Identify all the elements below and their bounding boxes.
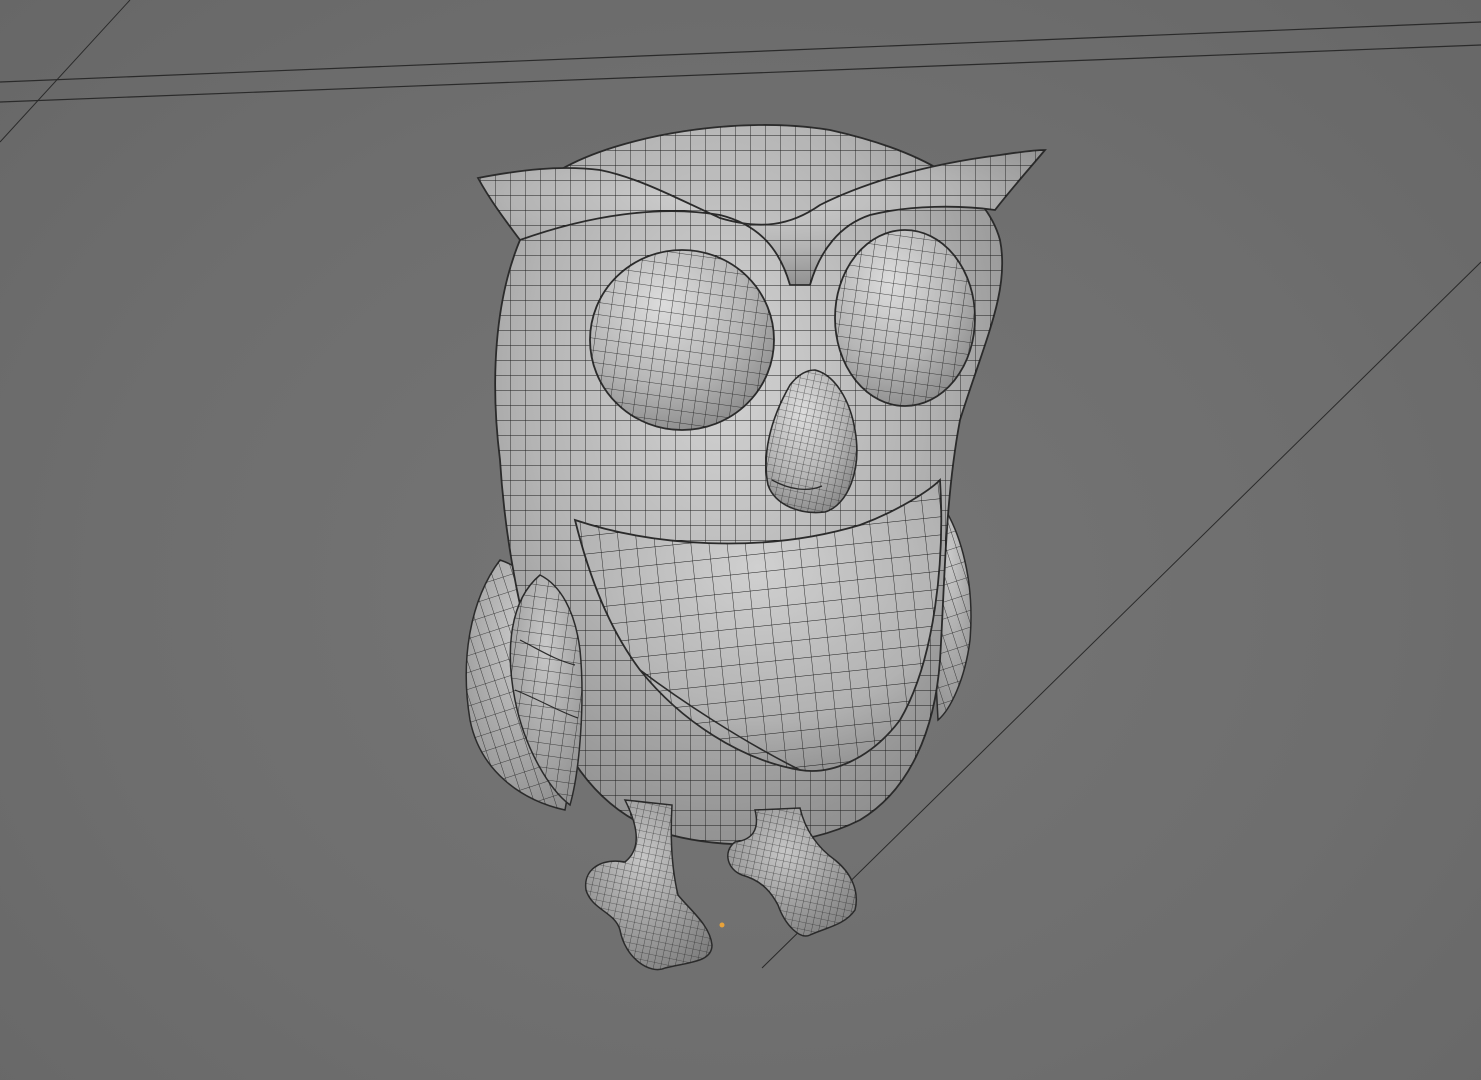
right-eye [834,229,976,407]
left-eye [589,249,775,431]
viewport-canvas[interactable] [0,0,1481,1080]
object-origin-dot [719,922,725,928]
3d-viewport[interactable] [0,0,1481,1080]
owl-mesh[interactable] [465,124,1047,971]
